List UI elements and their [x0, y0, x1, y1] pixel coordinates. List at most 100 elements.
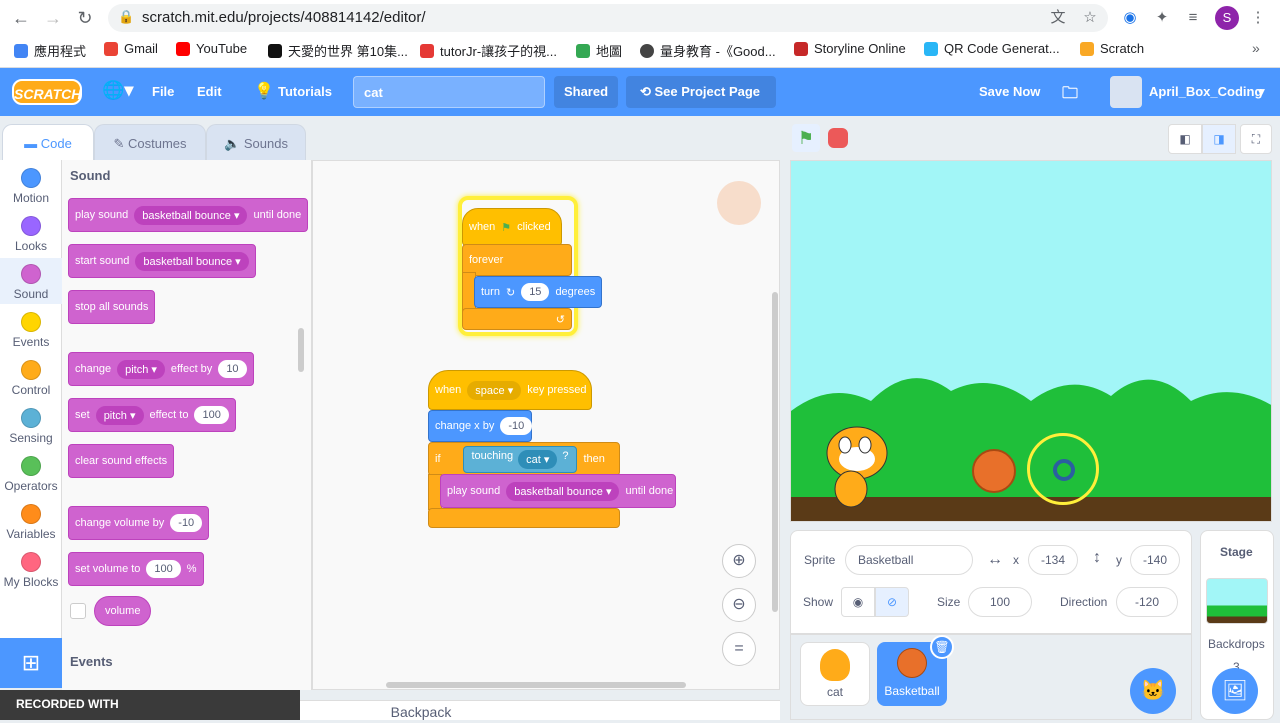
bookmark-liangshen[interactable]: 量身教育 -《Good... — [640, 41, 776, 60]
block-play-sound-until-done[interactable]: play sound basketball bounce ▾ until done — [68, 198, 309, 232]
translate-icon[interactable]: 文 — [1048, 8, 1068, 28]
bookmark-maps[interactable]: 地圖 — [576, 41, 622, 60]
bookmark-tianai[interactable]: 天愛的世界 第10集... — [268, 41, 408, 60]
block-change-x-by[interactable]: change x by -10 — [428, 410, 533, 442]
palette-scrollbar[interactable] — [298, 328, 304, 372]
bookmark-gmail[interactable]: Gmail — [104, 41, 158, 56]
bookmark-youtube[interactable]: YouTube — [176, 41, 247, 56]
bookmark-qrcode[interactable]: QR Code Generat... — [924, 41, 1060, 56]
category-events[interactable]: Events — [0, 312, 62, 349]
key-dropdown[interactable]: space ▾ — [467, 380, 522, 400]
save-now-button[interactable]: Save Now — [979, 84, 1040, 99]
backdrop-thumbnail[interactable] — [1206, 578, 1268, 624]
see-project-page-button[interactable]: ⟲ See Project Page — [626, 76, 776, 108]
block-change-effect[interactable]: change pitch ▾ effect by 10 — [68, 352, 254, 386]
block-forever[interactable]: forever — [462, 244, 572, 276]
block-clear-sound-effects[interactable]: clear sound effects — [68, 444, 175, 478]
project-title-input[interactable]: cat — [353, 76, 545, 108]
sound-dropdown[interactable]: basketball bounce ▾ — [135, 251, 249, 271]
delete-sprite-icon[interactable]: 🗑 — [930, 635, 954, 659]
y-input[interactable]: -140 — [1130, 545, 1180, 575]
change-x-input[interactable]: -10 — [500, 417, 533, 435]
script-vscrollbar[interactable] — [772, 292, 778, 612]
effect-dropdown[interactable]: pitch ▾ — [117, 359, 165, 379]
bookmark-scratch[interactable]: Scratch — [1080, 41, 1144, 56]
scratch-logo[interactable]: SCRATCH — [12, 79, 82, 105]
show-eye-icon[interactable]: ◉ — [841, 587, 875, 617]
green-flag-button[interactable]: ⚑ — [792, 124, 820, 152]
volume-checkbox[interactable] — [70, 603, 86, 619]
turn-degrees-input[interactable]: 15 — [521, 283, 550, 301]
small-stage-icon[interactable]: ◧ — [1168, 124, 1202, 154]
stage-canvas[interactable] — [790, 160, 1272, 522]
puzzle-icon[interactable]: ✦ — [1152, 8, 1172, 28]
profile-avatar[interactable]: S — [1215, 6, 1239, 30]
zoom-reset-icon[interactable]: = — [722, 632, 756, 666]
edit-menu[interactable]: Edit — [197, 84, 222, 99]
sprite-name-input[interactable]: Basketball — [845, 545, 973, 575]
choose-sprite-icon[interactable]: 🐱 — [1130, 668, 1176, 714]
stop-icon[interactable] — [828, 128, 848, 148]
normal-stage-icon[interactable]: ◨ — [1202, 124, 1236, 154]
forward-icon[interactable]: → — [40, 5, 66, 31]
folder-icon[interactable]: 🗀 — [1062, 82, 1078, 109]
category-looks[interactable]: Looks — [0, 216, 62, 253]
block-volume-reporter[interactable]: volume — [94, 596, 152, 626]
category-control[interactable]: Control — [0, 360, 62, 397]
tab-costumes[interactable]: ✎ Costumes — [94, 124, 206, 160]
reload-icon[interactable]: ↻ — [72, 5, 98, 31]
tab-code[interactable]: ▬ Code — [2, 124, 94, 160]
category-variables[interactable]: Variables — [0, 504, 62, 541]
zoom-out-icon[interactable]: ⊖ — [722, 588, 756, 622]
block-change-volume[interactable]: change volume by -10 — [68, 506, 210, 540]
fullscreen-icon[interactable]: ⛶ — [1240, 124, 1272, 154]
tab-sounds[interactable]: 🔈 Sounds — [206, 124, 306, 160]
add-extension-button[interactable]: ⊞ — [0, 638, 62, 688]
cat-sprite[interactable] — [815, 415, 895, 511]
block-stop-all-sounds[interactable]: stop all sounds — [68, 290, 156, 324]
zoom-in-icon[interactable]: ⊕ — [722, 544, 756, 578]
menu-icon[interactable]: ⋮ — [1248, 8, 1268, 28]
effect-dropdown[interactable]: pitch ▾ — [95, 405, 144, 425]
bookmark-apps[interactable]: 應用程式 — [14, 41, 86, 60]
direction-input[interactable]: -120 — [1116, 587, 1178, 617]
block-play-sound-script[interactable]: play sound basketball bounce ▾ until done — [440, 474, 676, 508]
hide-eye-icon[interactable]: ⊘ — [875, 587, 909, 617]
sprite-thumb-cat[interactable]: cat — [800, 642, 870, 706]
category-sensing[interactable]: Sensing — [0, 408, 62, 445]
block-set-volume[interactable]: set volume to 100% — [68, 552, 204, 586]
touching-dropdown[interactable]: cat ▾ — [518, 449, 558, 469]
extension-icon[interactable]: ◉ — [1120, 8, 1140, 28]
block-when-key-pressed[interactable]: when space ▾ key pressed — [428, 370, 592, 410]
script-hscrollbar[interactable] — [386, 682, 686, 688]
set-volume-input[interactable]: 100 — [146, 560, 181, 578]
star-icon[interactable]: ☆ — [1080, 8, 1100, 28]
user-avatar[interactable] — [1110, 76, 1142, 108]
sound-dropdown-script[interactable]: basketball bounce ▾ — [506, 481, 620, 501]
category-motion[interactable]: Motion — [0, 168, 62, 205]
bookmark-tutorjr[interactable]: tutorJr-讓孩子的視... — [420, 41, 557, 60]
sound-dropdown[interactable]: basketball bounce ▾ — [134, 205, 248, 225]
chevron-down-icon[interactable]: ▾ — [1258, 84, 1265, 100]
change-volume-input[interactable]: -10 — [170, 514, 203, 532]
file-menu[interactable]: File — [152, 84, 174, 99]
category-my-blocks[interactable]: My Blocks — [0, 552, 62, 589]
basketball-sprite[interactable] — [972, 449, 1016, 493]
more-bookmarks-icon[interactable]: » — [1252, 40, 1260, 56]
block-when-flag-clicked[interactable]: when ⚑ clicked — [462, 208, 562, 246]
block-touching[interactable]: touching cat ▾? — [462, 445, 578, 473]
tutorials-menu[interactable]: Tutorials — [278, 84, 332, 99]
block-start-sound[interactable]: start sound basketball bounce ▾ — [68, 244, 256, 278]
back-icon[interactable]: ← — [8, 5, 34, 31]
block-if-then[interactable]: if touching cat ▾? then — [428, 442, 620, 476]
globe-language-icon[interactable]: 🌐▾ — [102, 80, 133, 101]
bookmark-storyline[interactable]: Storyline Online — [794, 41, 906, 56]
category-sound[interactable]: Sound — [0, 258, 62, 304]
choose-backdrop-icon[interactable]: 🖼 — [1212, 668, 1258, 714]
size-input[interactable]: 100 — [968, 587, 1032, 617]
effect-by-input[interactable]: 10 — [218, 360, 247, 378]
username-menu[interactable]: April_Box_Coding — [1149, 84, 1262, 99]
reading-list-icon[interactable]: ≡ — [1183, 8, 1203, 28]
url-text[interactable]: scratch.mit.edu/projects/408814142/edito… — [142, 9, 426, 26]
block-set-effect[interactable]: set pitch ▾ effect to 100 — [68, 398, 236, 432]
